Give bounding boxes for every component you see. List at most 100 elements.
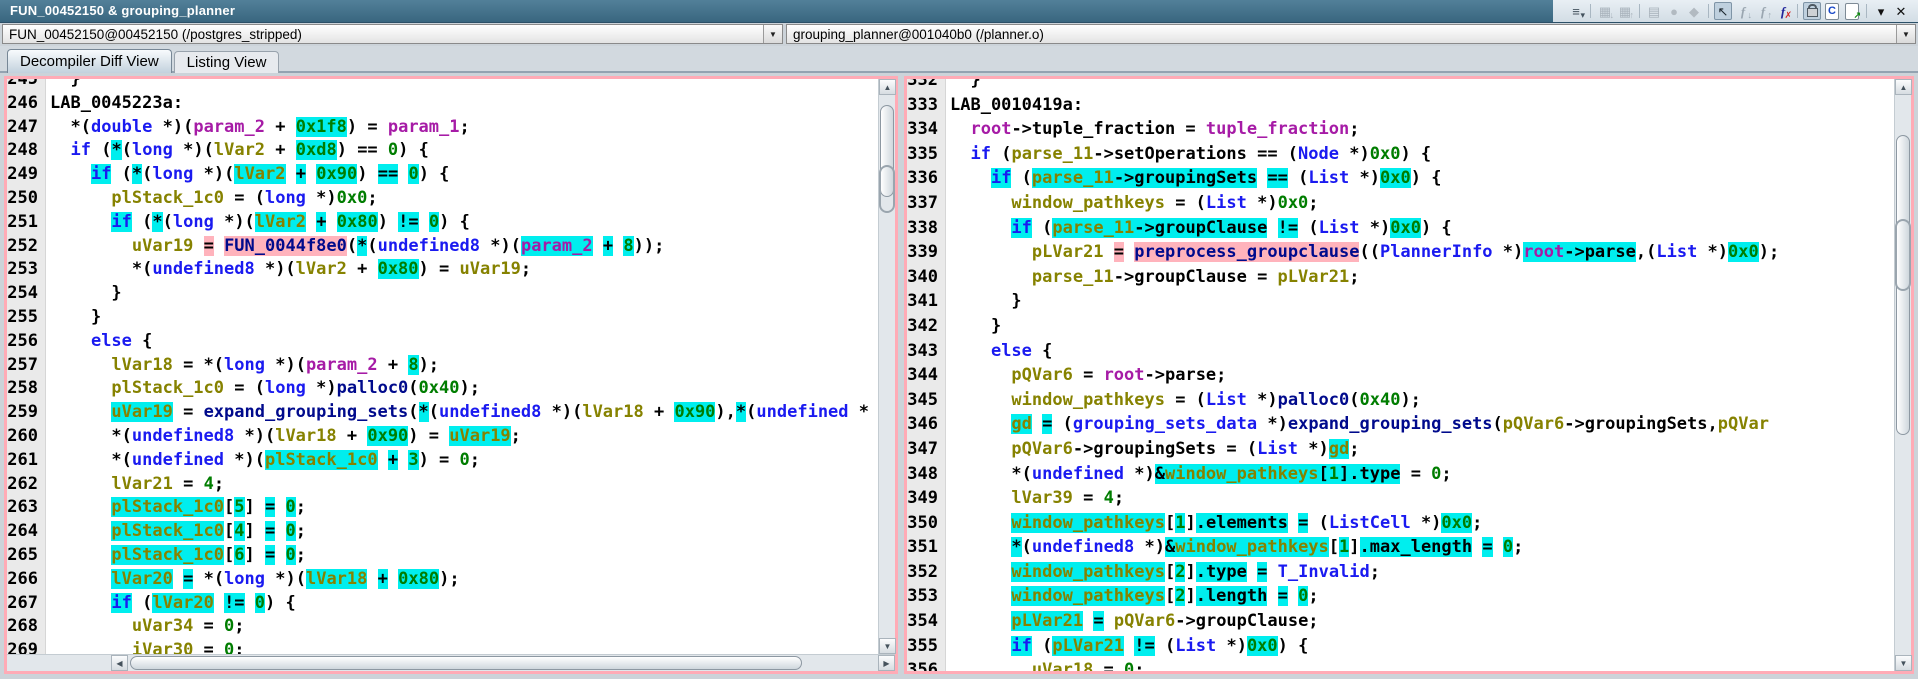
code-line[interactable]: 249 if (*(long *)(lVar2 + 0x90) == 0) { <box>7 163 878 187</box>
tab-decompiler-diff-view[interactable]: Decompiler Diff View <box>7 49 172 73</box>
code-text: uVar19 = expand_grouping_sets(*(undefine… <box>45 401 869 425</box>
code-line[interactable]: 352 window_pathkeys[2].type = T_Invalid; <box>907 560 1894 585</box>
code-line[interactable]: 351 *(undefined8 *)&window_pathkeys[1].m… <box>907 535 1894 560</box>
code-line[interactable]: 247 *(double *)(param_2 + 0x1f8) = param… <box>7 116 878 140</box>
code-line[interactable]: 333LAB_0010419a: <box>907 93 1894 118</box>
dropdown-caret-icon[interactable]: ▾ <box>1872 2 1890 20</box>
line-number: 250 <box>7 187 45 211</box>
code-line[interactable]: 356 uVar18 = 0; <box>907 658 1894 671</box>
code-line[interactable]: 353 window_pathkeys[2].length = 0; <box>907 584 1894 609</box>
window-titlebar: FUN_00452150 & grouping_planner ≡▾▦↓▦↑▤●… <box>0 0 1918 23</box>
decompiler-panel-left[interactable]: 245 }246LAB_0045223a:247 *(double *)(par… <box>4 76 898 674</box>
code-line[interactable]: 257 lVar18 = *(long *)(param_2 + 8); <box>7 354 878 378</box>
line-number: 341 <box>907 289 945 314</box>
code-line[interactable]: 266 lVar20 = *(long *)(lVar18 + 0x80); <box>7 568 878 592</box>
code-line[interactable]: 260 *(undefined8 *)(lVar18 + 0x90) = uVa… <box>7 425 878 449</box>
code-text: } <box>45 306 101 330</box>
code-line[interactable]: 250 plStack_1c0 = (long *)0x0; <box>7 187 878 211</box>
line-number: 344 <box>907 363 945 388</box>
left-function-selector[interactable]: FUN_00452150@00452150 (/postgres_strippe… <box>2 24 783 44</box>
code-line[interactable]: 246LAB_0045223a: <box>7 92 878 116</box>
line-number: 262 <box>7 473 45 497</box>
export-icon[interactable]: ↗ <box>1843 2 1861 20</box>
line-number: 343 <box>907 339 945 364</box>
code-line[interactable]: 265 plStack_1c0[6] = 0; <box>7 544 878 568</box>
code-line[interactable]: 255 } <box>7 306 878 330</box>
decompiler-code-left[interactable]: 245 }246LAB_0045223a:247 *(double *)(par… <box>7 79 878 654</box>
code-line[interactable]: 332 } <box>907 79 1894 93</box>
line-number: 267 <box>7 592 45 616</box>
code-line[interactable]: 348 *(undefined *)&window_pathkeys[1].ty… <box>907 462 1894 487</box>
code-line[interactable]: 338 if (parse_11->groupClause != (List *… <box>907 216 1894 241</box>
code-text: uVar34 = 0; <box>45 615 245 639</box>
remove-function-icon[interactable]: f✗ <box>1774 2 1792 20</box>
scroll-right-arrow-icon[interactable]: ▶ <box>878 655 895 671</box>
code-text: else { <box>45 330 152 354</box>
line-number: 266 <box>7 568 45 592</box>
line-number: 336 <box>907 166 945 191</box>
code-line[interactable]: 264 plStack_1c0[4] = 0; <box>7 520 878 544</box>
code-line[interactable]: 258 plStack_1c0 = (long *)palloc0(0x40); <box>7 377 878 401</box>
cursor-select-icon[interactable]: ↖ <box>1714 2 1732 20</box>
code-text: if (parse_11->setOperations == (Node *)0… <box>945 142 1431 167</box>
code-line[interactable]: 343 else { <box>907 339 1894 364</box>
scroll-down-arrow-icon[interactable]: ▼ <box>1895 655 1912 671</box>
scroll-down-arrow-icon[interactable]: ▼ <box>879 638 896 654</box>
code-line[interactable]: 334 root->tuple_fraction = tuple_fractio… <box>907 117 1894 142</box>
code-line[interactable]: 340 parse_11->groupClause = pLVar21; <box>907 265 1894 290</box>
line-number: 264 <box>7 520 45 544</box>
code-line[interactable]: 341 } <box>907 289 1894 314</box>
right-function-selector[interactable]: grouping_planner@001040b0 (/planner.o) ▼ <box>786 24 1916 44</box>
decompiler-code-right[interactable]: 332 }333LAB_0010419a:334 root->tuple_fra… <box>907 79 1894 671</box>
code-line[interactable]: 345 window_pathkeys = (List *)palloc0(0x… <box>907 388 1894 413</box>
code-line[interactable]: 336 if (parse_11->groupingSets == (List … <box>907 166 1894 191</box>
line-number: 354 <box>907 609 945 634</box>
close-icon[interactable]: ✕ <box>1892 2 1910 20</box>
line-number: 333 <box>907 93 945 118</box>
code-line[interactable]: 245 } <box>7 79 878 92</box>
toolbar-separator <box>1708 4 1709 18</box>
code-line[interactable]: 261 *(undefined *)(plStack_1c0 + 3) = 0; <box>7 449 878 473</box>
code-text: lVar39 = 4; <box>945 486 1124 511</box>
code-line[interactable]: 259 uVar19 = expand_grouping_sets(*(unde… <box>7 401 878 425</box>
code-line[interactable]: 342 } <box>907 314 1894 339</box>
scroll-up-arrow-icon[interactable]: ▲ <box>879 79 896 95</box>
code-line[interactable]: 354 pLVar21 = pQVar6->groupClause; <box>907 609 1894 634</box>
vertical-scrollbar[interactable]: ▲ ▼ <box>1894 79 1911 671</box>
code-line[interactable]: 248 if (*(long *)(lVar2 + 0xd8) == 0) { <box>7 139 878 163</box>
decompiler-panel-right[interactable]: 332 }333LAB_0010419a:334 root->tuple_fra… <box>904 76 1914 674</box>
code-line[interactable]: 335 if (parse_11->setOperations == (Node… <box>907 142 1894 167</box>
code-line[interactable]: 267 if (lVar20 != 0) { <box>7 592 878 616</box>
code-text: *(undefined8 *)&window_pathkeys[1].max_l… <box>945 535 1523 560</box>
code-line[interactable]: 344 pQVar6 = root->parse; <box>907 363 1894 388</box>
code-line[interactable]: 268 uVar34 = 0; <box>7 615 878 639</box>
code-line[interactable]: 256 else { <box>7 330 878 354</box>
scroll-up-arrow-icon[interactable]: ▲ <box>1895 79 1912 95</box>
code-line[interactable]: 269 iVar30 = 0; <box>7 639 878 654</box>
code-line[interactable]: 349 lVar39 = 4; <box>907 486 1894 511</box>
code-line[interactable]: 253 *(undefined8 *)(lVar2 + 0x80) = uVar… <box>7 258 878 282</box>
menu-list-icon[interactable]: ≡▾ <box>1567 2 1585 20</box>
code-line[interactable]: 355 if (pLVar21 != (List *)0x0) { <box>907 634 1894 659</box>
scrollbar-thumb[interactable] <box>130 656 802 670</box>
c-source-icon[interactable]: C <box>1823 2 1841 20</box>
chevron-down-icon[interactable]: ▼ <box>1896 25 1915 43</box>
horizontal-scrollbar[interactable]: ◀ ▶ <box>7 654 895 671</box>
code-line[interactable]: 350 window_pathkeys[1].elements = (ListC… <box>907 511 1894 536</box>
code-line[interactable]: 254 } <box>7 282 878 306</box>
tab-listing-view[interactable]: Listing View <box>174 51 280 73</box>
vertical-scrollbar[interactable]: ▲ ▼ <box>878 79 895 654</box>
lock-icon[interactable] <box>1803 2 1821 20</box>
code-line[interactable]: 251 if (*(long *)(lVar2 + 0x80) != 0) { <box>7 211 878 235</box>
code-line[interactable]: 339 pLVar21 = preprocess_groupclause((Pl… <box>907 240 1894 265</box>
code-line[interactable]: 263 plStack_1c0[5] = 0; <box>7 496 878 520</box>
code-line[interactable]: 346 gd = (grouping_sets_data *)expand_gr… <box>907 412 1894 437</box>
code-line[interactable]: 252 uVar19 = FUN_0044f8e0(*(undefined8 *… <box>7 235 878 259</box>
code-line[interactable]: 347 pQVar6->groupingSets = (List *)gd; <box>907 437 1894 462</box>
code-text: window_pathkeys = (List *)0x0; <box>945 191 1319 216</box>
code-text: uVar19 = FUN_0044f8e0(*(undefined8 *)(pa… <box>45 235 664 259</box>
scroll-left-arrow-icon[interactable]: ◀ <box>111 655 128 671</box>
code-line[interactable]: 337 window_pathkeys = (List *)0x0; <box>907 191 1894 216</box>
code-line[interactable]: 262 lVar21 = 4; <box>7 473 878 497</box>
chevron-down-icon[interactable]: ▼ <box>763 25 782 43</box>
